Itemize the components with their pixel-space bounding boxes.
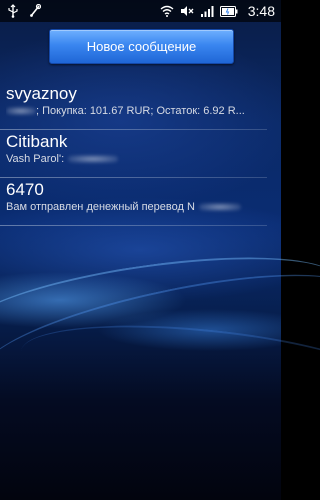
conversation-list: svyaznoy ; Покупка: 101.67 RUR; Остаток:… bbox=[0, 82, 281, 226]
clock: 3:48 bbox=[247, 3, 275, 19]
conversation-preview-text: Вам отправлен денежный перевод N bbox=[6, 201, 195, 213]
debug-icon bbox=[29, 4, 41, 18]
conversation-item-6470[interactable]: 6470 Вам отправлен денежный перевод N bbox=[0, 178, 281, 226]
redacted-text bbox=[198, 203, 241, 211]
conversation-preview: ; Покупка: 101.67 RUR; Остаток: 6.92 R..… bbox=[6, 104, 273, 118]
divider bbox=[0, 225, 267, 226]
new-message-button[interactable]: Новое сообщение bbox=[49, 29, 234, 64]
status-bar: 3:48 bbox=[0, 0, 281, 22]
wifi-icon bbox=[160, 5, 174, 17]
conversation-sender: svyaznoy bbox=[6, 84, 77, 103]
conversation-sender: 6470 bbox=[6, 180, 44, 199]
conversation-preview-text: ; Покупка: 101.67 RUR; Остаток: 6.92 R..… bbox=[36, 105, 245, 117]
redacted-text bbox=[68, 155, 119, 163]
conversation-preview: Вам отправлен денежный перевод N bbox=[6, 200, 273, 214]
mute-icon bbox=[180, 5, 194, 17]
conversation-sender: Citibank bbox=[6, 132, 68, 151]
conversation-item-svyaznoy[interactable]: svyaznoy ; Покупка: 101.67 RUR; Остаток:… bbox=[0, 82, 281, 130]
conversation-item-citibank[interactable]: Citibank Vash Parol': bbox=[0, 130, 281, 178]
usb-icon bbox=[7, 4, 19, 18]
battery-icon bbox=[219, 5, 238, 17]
conversation-preview: Vash Parol': bbox=[6, 152, 273, 166]
conversation-preview-text: Vash Parol': bbox=[6, 153, 65, 165]
signal-icon bbox=[200, 5, 214, 17]
redacted-text bbox=[6, 107, 36, 115]
wallpaper bbox=[0, 0, 320, 500]
